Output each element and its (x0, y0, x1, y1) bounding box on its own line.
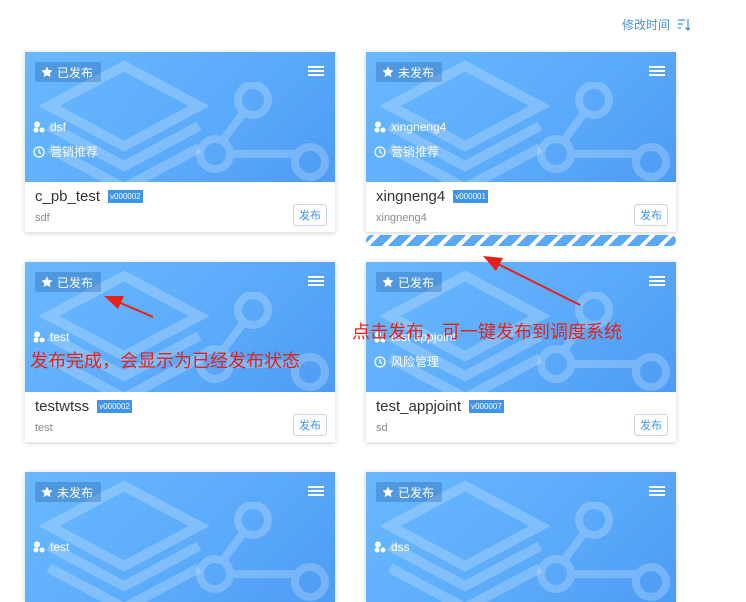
status-badge: 已发布 (35, 62, 102, 82)
card-title[interactable]: test_appjoint (376, 398, 461, 415)
annotation-done-hint: 发布完成，会显示为已经发布状态 (30, 351, 300, 371)
card-banner: 未发布 test (25, 472, 335, 602)
version-badge: v000002 (108, 190, 143, 203)
status-label: 未发布 (57, 485, 94, 500)
card-banner: 已发布 dss (366, 472, 676, 602)
status-badge: 已发布 (376, 482, 443, 502)
network-decoration (196, 502, 329, 601)
menu-icon[interactable] (308, 486, 324, 498)
card-description: sd (376, 422, 388, 434)
clock-icon (33, 145, 45, 158)
card-tag: dss (374, 540, 410, 554)
card-category: 营销推荐 (33, 143, 98, 160)
card-banner: 已发布 dsf 营销推荐 (25, 52, 335, 182)
status-label: 已发布 (398, 275, 435, 290)
publish-progress-bar (366, 235, 676, 246)
publish-button[interactable]: 发布 (293, 204, 327, 226)
category-label: 营销推荐 (391, 145, 440, 159)
network-decoration (196, 82, 329, 181)
category-label: 营销推荐 (50, 145, 99, 159)
star-icon (41, 486, 53, 497)
network-decoration (537, 82, 670, 181)
tag-label: xingneng4 (391, 120, 447, 134)
card-tag: dsf (33, 120, 66, 134)
card-tag: test (33, 540, 69, 554)
star-icon (382, 66, 394, 77)
sort-label: 修改时间 (622, 18, 671, 32)
menu-icon[interactable] (649, 486, 665, 498)
card-tag: xingneng4 (374, 120, 446, 134)
status-label: 已发布 (57, 65, 94, 80)
project-card[interactable]: 已发布 test appjoint 风险管理 test_appjoint v000007… (366, 262, 676, 442)
sort-descending-icon (678, 18, 691, 31)
card-description: test (35, 422, 53, 434)
publish-button[interactable]: 发布 (293, 414, 327, 436)
category-label: 风险管理 (391, 355, 440, 369)
status-badge: 未发布 (35, 482, 102, 502)
card-title[interactable]: testwtss (35, 398, 89, 415)
status-badge: 已发布 (35, 272, 102, 292)
card-banner: 未发布 xingneng4 营销推荐 (366, 52, 676, 182)
card-description: xingneng4 (376, 212, 427, 224)
publish-button[interactable]: 发布 (634, 414, 668, 436)
network-decoration (196, 292, 329, 391)
project-card[interactable]: 未发布 xingneng4 营销推荐 xingneng4 v000001 xingneng… (366, 52, 676, 232)
status-label: 未发布 (398, 65, 435, 80)
tag-icon (33, 331, 45, 343)
sort-by-modified-time[interactable]: 修改时间 (622, 16, 691, 33)
tag-icon (33, 121, 45, 133)
star-icon (382, 276, 394, 287)
status-label: 已发布 (57, 275, 94, 290)
tag-icon (374, 541, 386, 553)
publish-button[interactable]: 发布 (634, 204, 668, 226)
menu-icon[interactable] (649, 66, 665, 78)
version-badge: v000007 (469, 400, 504, 413)
clock-icon (374, 355, 386, 368)
star-icon (41, 66, 53, 77)
menu-icon[interactable] (308, 276, 324, 288)
tag-label: dss (391, 540, 410, 554)
tag-icon (374, 121, 386, 133)
tag-label: test (50, 330, 70, 344)
version-badge: v000002 (97, 400, 132, 413)
tag-label: test (50, 540, 70, 554)
tag-label: dsf (50, 120, 67, 134)
menu-icon[interactable] (308, 66, 324, 78)
project-card[interactable]: 已发布 dss (366, 472, 676, 602)
menu-icon[interactable] (649, 276, 665, 288)
version-badge: v000001 (453, 190, 488, 203)
network-decoration (537, 502, 670, 601)
clock-icon (374, 145, 386, 158)
tag-icon (33, 541, 45, 553)
status-badge: 已发布 (376, 272, 443, 292)
project-card[interactable]: 未发布 test (25, 472, 335, 602)
project-card[interactable]: 已发布 dsf 营销推荐 c_pb_test v000002 sdf 发布 (25, 52, 335, 232)
card-category: 风险管理 (374, 353, 439, 370)
card-description: sdf (35, 212, 50, 224)
card-title[interactable]: xingneng4 (376, 188, 445, 205)
card-tag: test (33, 330, 69, 344)
card-category: 营销推荐 (374, 143, 439, 160)
annotation-publish-hint: 点击发布，可一键发布到调度系统 (352, 322, 622, 342)
star-icon (41, 276, 53, 287)
status-label: 已发布 (398, 485, 435, 500)
status-badge: 未发布 (376, 62, 443, 82)
card-title[interactable]: c_pb_test (35, 188, 100, 205)
star-icon (382, 486, 394, 497)
